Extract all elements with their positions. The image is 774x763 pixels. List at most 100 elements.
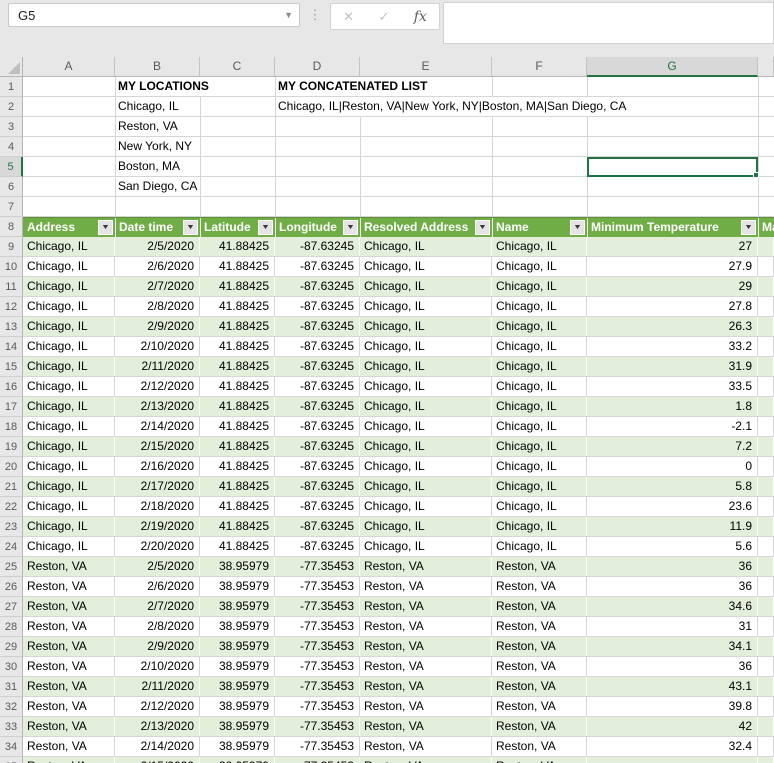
cell-C32[interactable]: 38.95979 [200,697,275,716]
cell-F15[interactable]: Chicago, IL [492,357,587,376]
cell-B20[interactable]: 2/16/2020 [115,457,200,476]
cell-G14[interactable]: 33.2 [587,337,758,356]
row-header-1[interactable]: 1 [0,77,23,97]
cell-H16[interactable] [758,377,774,396]
cell-F22[interactable]: Chicago, IL [492,497,587,516]
row-header-28[interactable]: 28 [0,617,23,637]
cell-D24[interactable]: -87.63245 [275,537,360,556]
cell-C27[interactable]: 38.95979 [200,597,275,616]
cell-C35[interactable]: 38.95979 [200,757,275,763]
cell-E20[interactable]: Chicago, IL [360,457,492,476]
row-header-12[interactable]: 12 [0,297,23,317]
cell-G22[interactable]: 23.6 [587,497,758,516]
cell-B27[interactable]: 2/7/2020 [115,597,200,616]
cell-H20[interactable] [758,457,774,476]
cell-B34[interactable]: 2/14/2020 [115,737,200,756]
cell-F33[interactable]: Reston, VA [492,717,587,736]
row-header-34[interactable]: 34 [0,737,23,757]
cell-E9[interactable]: Chicago, IL [360,237,492,256]
cell-A9[interactable]: Chicago, IL [23,237,115,256]
cell-D12[interactable]: -87.63245 [275,297,360,316]
row-header-35[interactable]: 35 [0,757,23,763]
cell-B13[interactable]: 2/9/2020 [115,317,200,336]
cell-H33[interactable] [758,717,774,736]
cell-D14[interactable]: -87.63245 [275,337,360,356]
cell-B24[interactable]: 2/20/2020 [115,537,200,556]
cell-E34[interactable]: Reston, VA [360,737,492,756]
cell-A15[interactable]: Chicago, IL [23,357,115,376]
cell-D34[interactable]: -77.35453 [275,737,360,756]
filter-button-Address[interactable]: ▼ [98,220,113,235]
row-header-2[interactable]: 2 [0,97,23,117]
cell-F24[interactable]: Chicago, IL [492,537,587,556]
cell-B10[interactable]: 2/6/2020 [115,257,200,276]
cell-G11[interactable]: 29 [587,277,758,296]
cell-D21[interactable]: -87.63245 [275,477,360,496]
cell-F30[interactable]: Reston, VA [492,657,587,676]
cell-A25[interactable]: Reston, VA [23,557,115,576]
cell-C31[interactable]: 38.95979 [200,677,275,696]
cell-C15[interactable]: 41.88425 [200,357,275,376]
cell-D29[interactable]: -77.35453 [275,637,360,656]
cell-A18[interactable]: Chicago, IL [23,417,115,436]
cell-D18[interactable]: -87.63245 [275,417,360,436]
cell-E21[interactable]: Chicago, IL [360,477,492,496]
column-header-E[interactable]: E [360,57,492,77]
row-header-13[interactable]: 13 [0,317,23,337]
cell-D31[interactable]: -77.35453 [275,677,360,696]
cell-E15[interactable]: Chicago, IL [360,357,492,376]
cell-G12[interactable]: 27.8 [587,297,758,316]
cell-G25[interactable]: 36 [587,557,758,576]
row-header-19[interactable]: 19 [0,437,23,457]
cell-C22[interactable]: 41.88425 [200,497,275,516]
row-header-25[interactable]: 25 [0,557,23,577]
cell-C21[interactable]: 41.88425 [200,477,275,496]
row-header-31[interactable]: 31 [0,677,23,697]
cell-E13[interactable]: Chicago, IL [360,317,492,336]
cell-A30[interactable]: Reston, VA [23,657,115,676]
row-header-17[interactable]: 17 [0,397,23,417]
cell-D35[interactable]: -77.35453 [275,757,360,763]
cell-H31[interactable] [758,677,774,696]
filter-button-Name[interactable]: ▼ [570,220,585,235]
cell-F34[interactable]: Reston, VA [492,737,587,756]
row-header-16[interactable]: 16 [0,377,23,397]
cell-G23[interactable]: 11.9 [587,517,758,536]
cell-F13[interactable]: Chicago, IL [492,317,587,336]
cell-H32[interactable] [758,697,774,716]
cell-F10[interactable]: Chicago, IL [492,257,587,276]
cell-E26[interactable]: Reston, VA [360,577,492,596]
cell-G27[interactable]: 34.6 [587,597,758,616]
cell-A17[interactable]: Chicago, IL [23,397,115,416]
cell-D10[interactable]: -87.63245 [275,257,360,276]
cell-H21[interactable] [758,477,774,496]
row-header-8[interactable]: 8 [0,217,23,237]
cell-D19[interactable]: -87.63245 [275,437,360,456]
cell-A23[interactable]: Chicago, IL [23,517,115,536]
cell-E19[interactable]: Chicago, IL [360,437,492,456]
cell-B29[interactable]: 2/9/2020 [115,637,200,656]
cell-B17[interactable]: 2/13/2020 [115,397,200,416]
column-header-H[interactable] [758,57,774,77]
cell-B12[interactable]: 2/8/2020 [115,297,200,316]
row-header-23[interactable]: 23 [0,517,23,537]
cell-E10[interactable]: Chicago, IL [360,257,492,276]
filter-button-Date time[interactable]: ▼ [183,220,198,235]
cell-G28[interactable]: 31 [587,617,758,636]
cell-A29[interactable]: Reston, VA [23,637,115,656]
cell-C9[interactable]: 41.88425 [200,237,275,256]
row-header-7[interactable]: 7 [0,197,23,217]
cell-A14[interactable]: Chicago, IL [23,337,115,356]
cell-G29[interactable]: 34.1 [587,637,758,656]
row-header-3[interactable]: 3 [0,117,23,137]
cell-E12[interactable]: Chicago, IL [360,297,492,316]
cell-A27[interactable]: Reston, VA [23,597,115,616]
cell-G34[interactable]: 32.4 [587,737,758,756]
cell-H28[interactable] [758,617,774,636]
cell-F32[interactable]: Reston, VA [492,697,587,716]
cell-E32[interactable]: Reston, VA [360,697,492,716]
cell-B11[interactable]: 2/7/2020 [115,277,200,296]
row-header-21[interactable]: 21 [0,477,23,497]
filter-button-Minimum Temperature[interactable]: ▼ [741,220,756,235]
row-header-29[interactable]: 29 [0,637,23,657]
